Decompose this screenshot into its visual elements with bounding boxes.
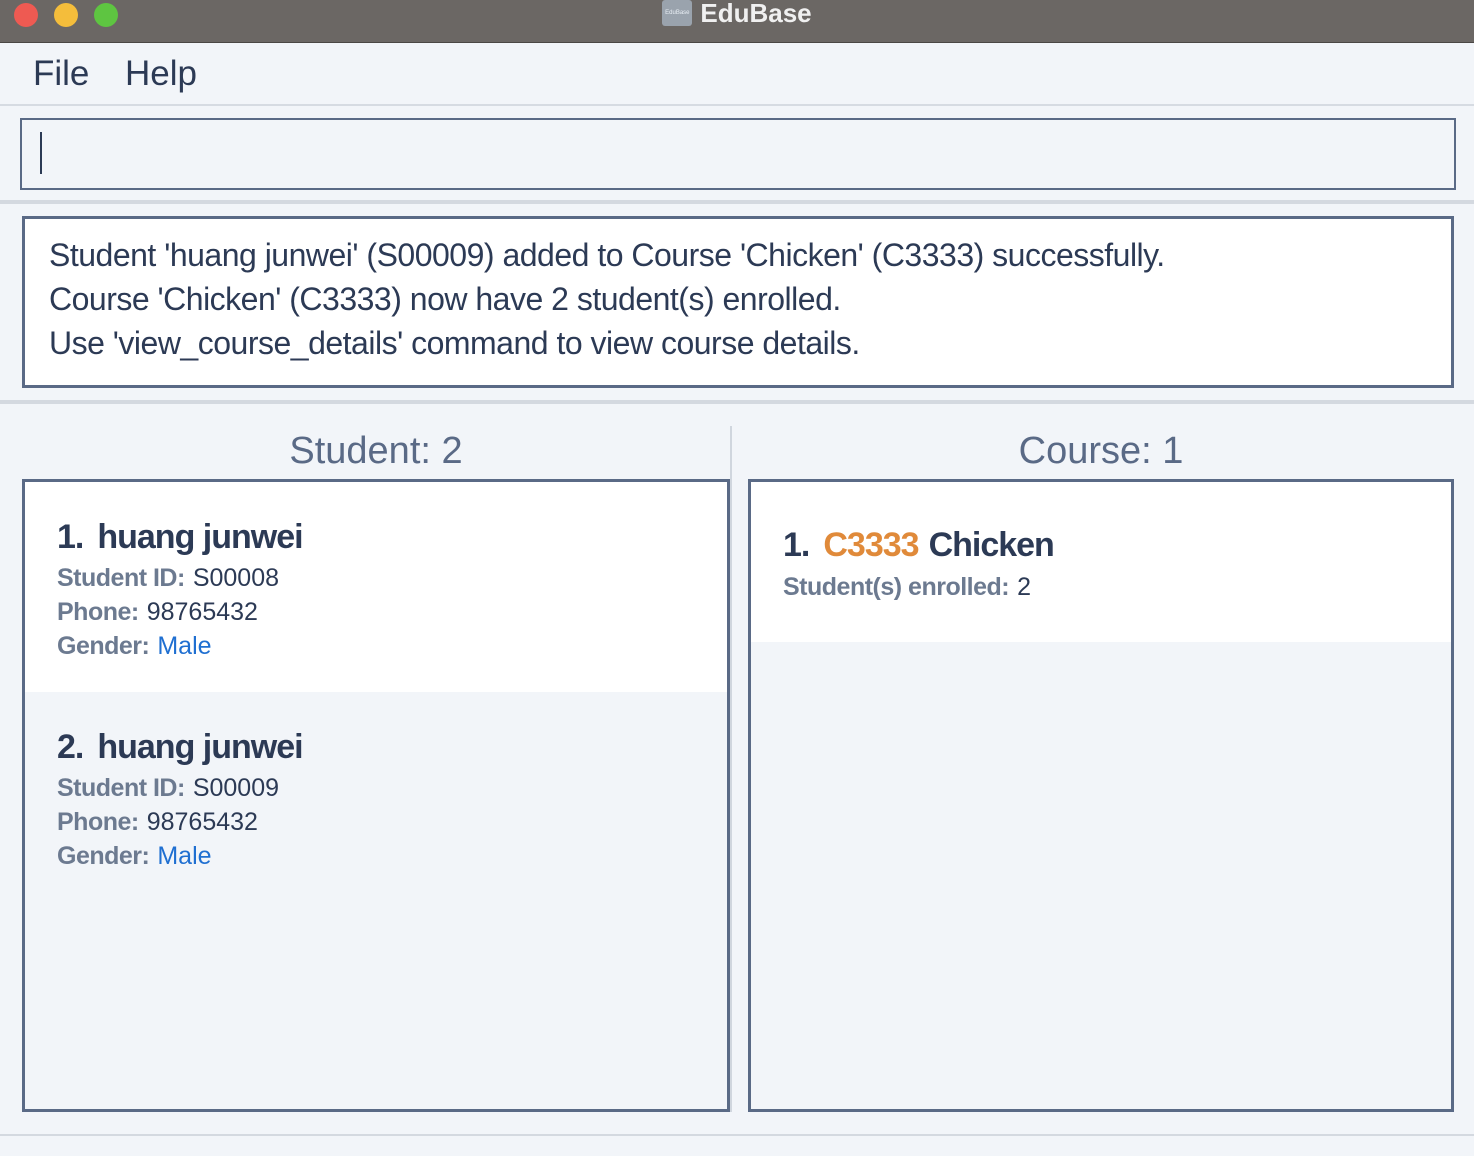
- title-bar: EduBase EduBase: [0, 0, 1474, 43]
- phone-label: Phone:: [57, 598, 139, 626]
- phone-field: Phone: 98765432: [57, 808, 258, 837]
- phone-field: Phone: 98765432: [57, 598, 258, 627]
- course-name: Chicken: [928, 526, 1055, 564]
- divider: [0, 200, 1474, 204]
- phone-label: Phone:: [57, 808, 139, 836]
- gender-label: Gender:: [57, 842, 150, 870]
- gender-value: Male: [157, 632, 212, 660]
- enrolled-value: 2: [1017, 573, 1032, 601]
- result-display: Student 'huang junwei' (S00009) added to…: [22, 216, 1454, 388]
- phone-value: 98765432: [146, 808, 258, 836]
- student-card[interactable]: 2. huang junwei Student ID: S00009 Phone: 9…: [25, 692, 727, 902]
- student-name: 1. huang junwei: [57, 518, 304, 557]
- menu-help[interactable]: Help: [125, 54, 197, 94]
- student-id-label: Student ID:: [57, 564, 185, 592]
- window-title: EduBase: [700, 0, 812, 28]
- gender-field: Gender: Male: [57, 632, 212, 661]
- result-line: Student 'huang junwei' (S00009) added to…: [49, 237, 1165, 273]
- course-code: C3333: [823, 526, 919, 564]
- course-title: 1. C3333 Chicken: [783, 526, 1055, 565]
- student-list[interactable]: 1. huang junwei Student ID: S00008 Phone: 9…: [22, 479, 730, 1112]
- enrolled-label: Student(s) enrolled:: [783, 573, 1010, 601]
- app-icon: EduBase: [662, 0, 693, 26]
- student-index: 1.: [57, 518, 84, 556]
- student-id-field: Student ID: S00009: [57, 774, 279, 803]
- gender-value: Male: [157, 842, 212, 870]
- course-list[interactable]: 1. C3333 Chicken Student(s) enrolled: 2: [748, 479, 1454, 1112]
- student-list-header: Student: 2: [289, 430, 463, 472]
- student-name-text: huang junwei: [97, 518, 303, 556]
- text-caret: [40, 132, 42, 174]
- student-name: 2. huang junwei: [57, 728, 304, 767]
- course-list-header: Course: 1: [1018, 430, 1184, 472]
- student-name-text: huang junwei: [97, 728, 303, 766]
- enrolled-field: Student(s) enrolled: 2: [783, 573, 1031, 602]
- gender-label: Gender:: [57, 632, 150, 660]
- divider: [0, 400, 1474, 404]
- student-id-label: Student ID:: [57, 774, 185, 802]
- menu-bar: File Help: [0, 44, 1474, 106]
- student-id-value: S00009: [192, 774, 280, 802]
- student-id-value: S00008: [192, 564, 280, 592]
- command-input[interactable]: [20, 118, 1456, 190]
- student-index: 2.: [57, 728, 84, 766]
- student-id-field: Student ID: S00008: [57, 564, 279, 593]
- menu-file[interactable]: File: [33, 54, 89, 94]
- phone-value: 98765432: [146, 598, 258, 626]
- split-pane-divider[interactable]: [730, 426, 732, 1112]
- result-line: Course 'Chicken' (C3333) now have 2 stud…: [49, 281, 841, 317]
- status-bar-divider: [0, 1134, 1474, 1136]
- student-card[interactable]: 1. huang junwei Student ID: S00008 Phone: 9…: [25, 482, 727, 692]
- course-card[interactable]: 1. C3333 Chicken Student(s) enrolled: 2: [751, 482, 1451, 642]
- course-index: 1.: [783, 526, 810, 564]
- gender-field: Gender: Male: [57, 842, 212, 871]
- result-line: Use 'view_course_details' command to vie…: [49, 325, 860, 361]
